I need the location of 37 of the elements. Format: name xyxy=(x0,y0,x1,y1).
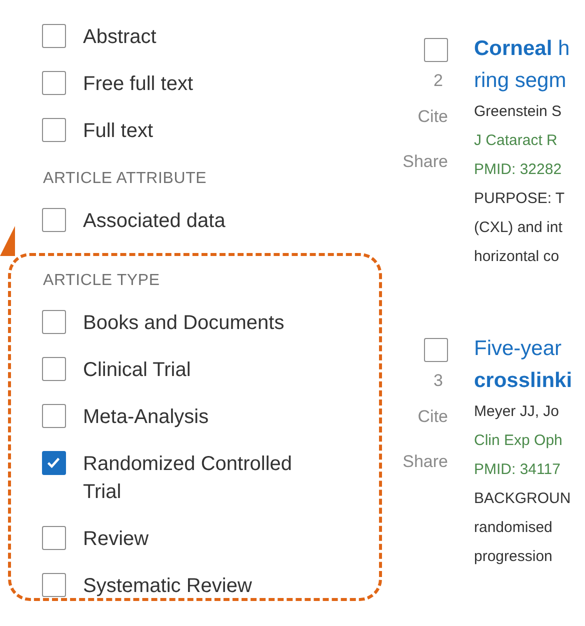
checkbox[interactable] xyxy=(42,451,66,475)
filter-label[interactable]: Associated data xyxy=(83,207,323,235)
filter-label[interactable]: Randomized Controlled Trial xyxy=(83,450,323,506)
filter-label[interactable]: Meta-Analysis xyxy=(83,403,323,431)
checkbox[interactable] xyxy=(42,573,66,597)
checkbox[interactable] xyxy=(42,208,66,232)
checkbox[interactable] xyxy=(42,310,66,334)
checkbox[interactable] xyxy=(424,38,448,62)
filter-label[interactable]: Systematic Review xyxy=(83,572,323,600)
filter-label[interactable]: Clinical Trial xyxy=(83,356,323,384)
section-heading: ARTICLE TYPE xyxy=(42,271,161,291)
authors-text: Greenstein S xyxy=(474,102,562,122)
journal-text: J Cataract R xyxy=(474,131,558,151)
checkbox[interactable] xyxy=(42,118,66,142)
checkbox[interactable] xyxy=(424,338,448,362)
journal-text: Clin Exp Oph xyxy=(474,431,562,451)
checkbox[interactable] xyxy=(42,357,66,381)
authors-text: Meyer JJ, Jo xyxy=(474,402,560,422)
result-number: 3 xyxy=(434,371,443,391)
filter-label[interactable]: Abstract xyxy=(83,23,323,51)
filter-label[interactable]: Review xyxy=(83,525,323,553)
result-number: 2 xyxy=(434,71,443,91)
result-title[interactable]: Corneal h ring segm xyxy=(474,24,570,97)
checkbox[interactable] xyxy=(42,24,66,48)
arrow-icon xyxy=(0,226,17,256)
checkbox[interactable] xyxy=(42,71,66,95)
pmid-text: PMID: 34117 xyxy=(474,460,560,480)
pmid-text: PMID: 32282 xyxy=(474,160,562,180)
result-title[interactable]: Five-year crosslinki xyxy=(474,324,572,397)
filter-label[interactable]: Full text xyxy=(83,117,323,145)
filter-label[interactable]: Free full text xyxy=(83,70,323,98)
abstract-snippet: PURPOSE: T (CXL) and int horizontal co xyxy=(474,189,565,267)
section-heading: ARTICLE ATTRIBUTE xyxy=(42,169,208,189)
checkbox[interactable] xyxy=(42,404,66,428)
filter-label[interactable]: Books and Documents xyxy=(83,309,323,337)
abstract-snippet: BACKGROUN randomised progression xyxy=(474,489,571,567)
checkbox[interactable] xyxy=(42,526,66,550)
